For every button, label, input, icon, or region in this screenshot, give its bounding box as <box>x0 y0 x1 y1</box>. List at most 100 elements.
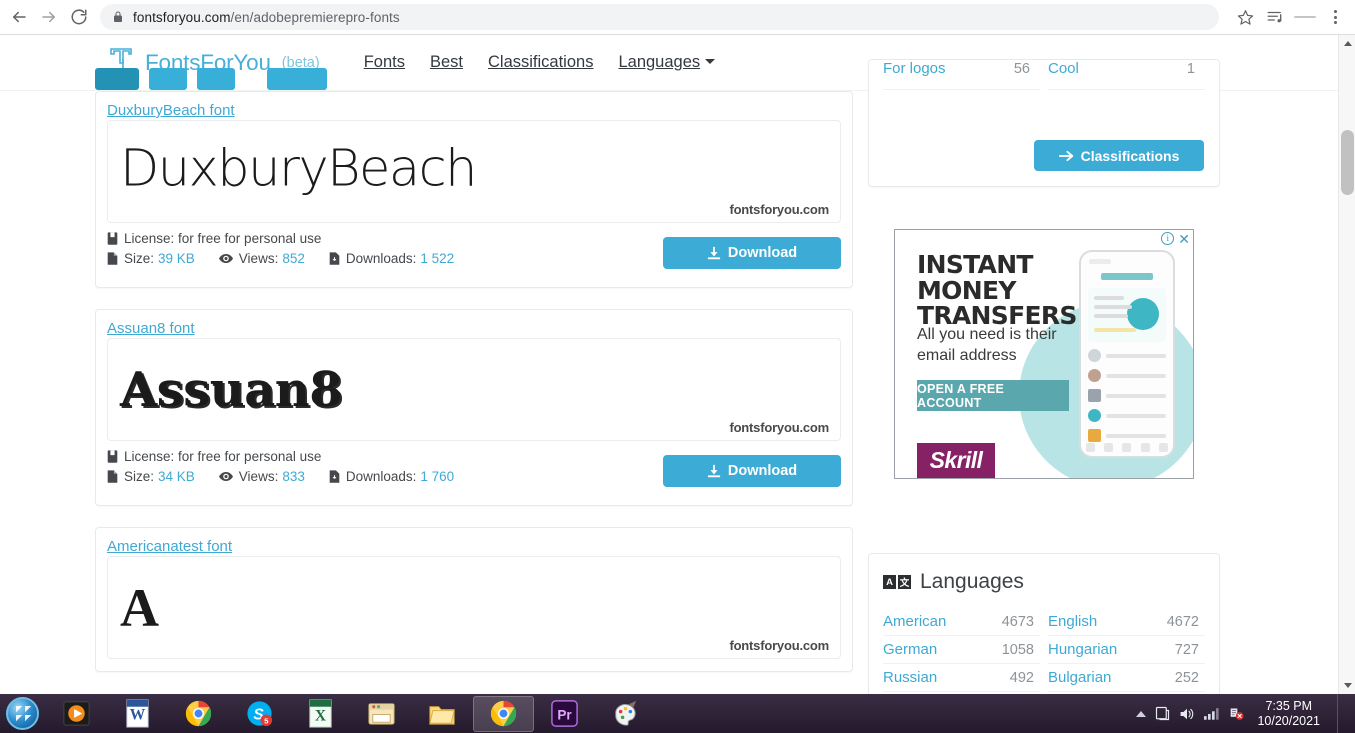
paint-icon <box>615 700 637 726</box>
font-views-value: 833 <box>282 469 305 484</box>
license-text: License: for free for personal use <box>124 449 322 464</box>
language-count: 492 <box>1009 669 1034 686</box>
license-icon <box>107 450 118 463</box>
taskbar-item-adobe-premiere-pro[interactable]: Pr <box>534 696 595 732</box>
ad-cta-button[interactable]: OPEN A FREE ACCOUNT <box>917 380 1069 411</box>
eye-icon <box>218 471 233 482</box>
advertisement[interactable]: i ✕ INSTANT MONEY TRANSFERS All you need… <box>894 229 1194 479</box>
network-signal-icon[interactable] <box>1204 707 1220 720</box>
font-downloads-stat: Downloads: 1 522 <box>329 251 454 266</box>
reload-icon[interactable] <box>64 2 94 32</box>
font-size-label: Size: <box>124 251 155 266</box>
svg-text:W: W <box>130 706 146 723</box>
reading-list-icon[interactable] <box>1261 3 1289 31</box>
star-icon[interactable] <box>1231 3 1259 31</box>
excel-icon: X <box>309 699 332 728</box>
back-arrow-icon[interactable] <box>4 2 34 32</box>
language-american[interactable]: American 4673 <box>883 608 1040 636</box>
font-meta: License: for free for personal use Size:… <box>107 449 841 493</box>
language-name: Russian <box>883 669 938 686</box>
font-size-stat: Size: 39 KB <box>107 251 195 266</box>
font-card-title[interactable]: DuxburyBeach font <box>107 102 235 119</box>
show-hidden-icons-arrow[interactable] <box>1136 710 1147 717</box>
taskbar-item-media-player[interactable] <box>46 696 107 732</box>
clock-time: 7:35 PM <box>1265 698 1312 713</box>
classification-cool[interactable]: Cool 1 <box>1048 60 1205 90</box>
folder-explorer-icon <box>368 703 395 725</box>
font-downloads-label: Downloads: <box>345 251 417 266</box>
font-size-value: 34 KB <box>158 469 195 484</box>
font-views-stat: Views: 833 <box>218 469 305 484</box>
ad-close-icon[interactable]: ✕ <box>1178 232 1190 246</box>
action-center-icon[interactable] <box>1155 706 1170 721</box>
taskbar-item-skype[interactable]: S 5 <box>229 696 290 732</box>
download-icon <box>707 246 720 260</box>
word-icon: W <box>126 699 149 728</box>
svg-text:X: X <box>315 707 327 724</box>
page-scrollbar[interactable] <box>1338 35 1355 694</box>
classifications-button[interactable]: Classifications <box>1034 140 1204 171</box>
profile-icon[interactable] <box>1291 3 1319 31</box>
taskbar-item-google-chrome-window[interactable] <box>473 695 534 732</box>
font-size-value: 39 KB <box>158 251 195 266</box>
scroll-up-arrow-icon[interactable] <box>1339 35 1355 52</box>
download-icon <box>707 464 720 478</box>
media-player-icon <box>63 701 90 726</box>
font-downloads-label: Downloads: <box>345 469 417 484</box>
taskbar-clock[interactable]: 7:35 PM 10/20/2021 <box>1253 699 1328 729</box>
taskbar-item-microsoft-excel[interactable]: X <box>290 696 351 732</box>
system-tray: 7:35 PM 10/20/2021 <box>1136 694 1355 733</box>
font-card-title[interactable]: Assuan8 font <box>107 320 195 337</box>
font-preview: DuxburyBeach fontsforyou.com <box>107 120 841 223</box>
font-meta: License: for free for personal use Size:… <box>107 231 841 275</box>
ad-headline: INSTANT MONEY TRANSFERS <box>917 250 1077 330</box>
language-name: Hungarian <box>1048 641 1118 658</box>
font-views-label: Views: <box>238 469 279 484</box>
translate-icon-left: A <box>883 575 896 589</box>
language-german[interactable]: German 1058 <box>883 636 1040 664</box>
show-desktop-button[interactable] <box>1337 694 1349 733</box>
tag-chip[interactable] <box>267 68 327 90</box>
font-size-stat: Size: 34 KB <box>107 469 195 484</box>
taskbar-item-folders[interactable] <box>412 696 473 732</box>
scrollbar-thumb[interactable] <box>1341 130 1354 195</box>
font-preview-text: DuxburyBeach <box>120 139 478 199</box>
ad-controls: i ✕ <box>1161 232 1190 246</box>
taskbar-item-microsoft-word[interactable]: W <box>107 696 168 732</box>
tag-chip[interactable] <box>95 68 139 90</box>
license-text: License: for free for personal use <box>124 231 322 246</box>
download-button[interactable]: Download <box>663 237 841 269</box>
taskbar-apps: W S 5 X Pr <box>46 695 656 732</box>
classification-for-logos[interactable]: For logos 56 <box>883 60 1040 90</box>
taskbar-item-google-chrome[interactable] <box>168 696 229 732</box>
font-card-title[interactable]: Americanatest font <box>107 538 232 555</box>
browser-toolbar: fontsforyou.com/en/adobepremierepro-font… <box>0 0 1355 35</box>
three-dot-menu-icon[interactable] <box>1321 3 1349 31</box>
language-bulgarian[interactable]: Bulgarian 252 <box>1048 664 1205 692</box>
download-button[interactable]: Download <box>663 455 841 487</box>
font-card: DuxburyBeach font DuxburyBeach fontsfory… <box>95 91 853 288</box>
tag-chip[interactable] <box>149 68 187 90</box>
language-english[interactable]: English 4672 <box>1048 608 1205 636</box>
ad-info-icon[interactable]: i <box>1161 232 1175 245</box>
language-row: Russian 492 Bulgarian 252 <box>883 664 1205 692</box>
languages-panel: A 文 Languages American 4673 English 4672 <box>868 553 1220 694</box>
language-russian[interactable]: Russian 492 <box>883 664 1040 692</box>
antivirus-shield-icon[interactable] <box>1229 706 1244 721</box>
taskbar-item-file-explorer[interactable] <box>351 696 412 732</box>
tag-chip[interactable] <box>197 68 235 90</box>
languages-title-text: Languages <box>920 570 1024 593</box>
address-bar[interactable]: fontsforyou.com/en/adobepremierepro-font… <box>100 4 1219 30</box>
file-icon <box>107 252 118 265</box>
forward-arrow-icon[interactable] <box>34 2 64 32</box>
language-hungarian[interactable]: Hungarian 727 <box>1048 636 1205 664</box>
ad-subtext: All you need is their email address <box>917 326 1057 365</box>
taskbar-item-paint[interactable] <box>595 696 656 732</box>
address-bar-url: fontsforyou.com/en/adobepremierepro-font… <box>133 9 400 25</box>
font-downloads-stat: Downloads: 1 760 <box>329 469 454 484</box>
start-button[interactable] <box>2 696 42 732</box>
scroll-down-arrow-icon[interactable] <box>1339 677 1355 694</box>
browser-actions <box>1231 3 1355 31</box>
classification-row: For logos 56 Cool 1 <box>883 60 1205 90</box>
volume-icon[interactable] <box>1179 707 1195 721</box>
